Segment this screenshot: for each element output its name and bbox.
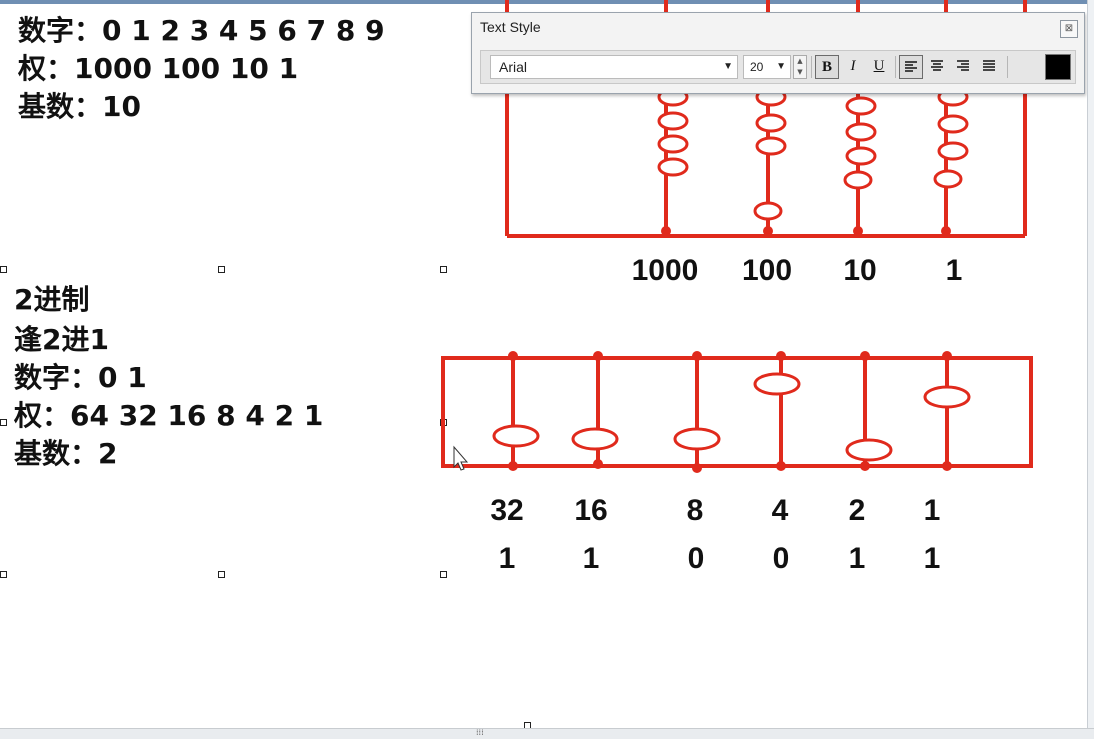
font-name-dropdown[interactable]: Arial ▼ [490,55,738,79]
align-center-icon [931,60,943,71]
align-left-icon [905,61,917,72]
binary-bit-value: 1 [498,542,516,575]
text-color-swatch[interactable] [1045,54,1071,80]
justify-icon [983,60,995,71]
close-icon[interactable]: ⊠ [1060,20,1078,38]
toolbar-title: Text Style [480,19,541,35]
right-scroll-edge[interactable] [1087,0,1094,738]
binary-bit-value: 1 [848,542,866,575]
font-name-value: Arial [499,59,528,75]
justify-button[interactable] [977,55,1001,79]
align-right-icon [957,60,969,71]
binary-place-label: 2 [848,494,866,527]
chevron-down-icon: ▼ [776,61,786,72]
binary-bit-value: 0 [772,542,790,575]
align-left-button[interactable] [899,55,923,79]
toolbar-controls: Arial ▼ 20 ▼ ▲ ▼ B I U [480,50,1076,84]
binary-place-label: 16 [574,494,608,527]
horizontal-scrollbar[interactable] [0,728,1094,739]
text-style-toolbar[interactable]: Text Style ⊠ Arial ▼ 20 ▼ ▲ ▼ B I U [471,12,1085,94]
underline-button[interactable]: U [867,55,891,79]
binary-place-label: 4 [771,494,789,527]
toolbar-divider [811,56,812,78]
chevron-down-icon: ▼ [723,61,733,72]
binary-place-label: 8 [686,494,704,527]
toolbar-divider [895,56,896,78]
italic-button[interactable]: I [841,55,865,79]
font-size-dropdown[interactable]: 20 ▼ [743,55,791,79]
binary-bit-value: 1 [582,542,600,575]
toolbar-divider [1007,56,1008,78]
align-right-button[interactable] [951,55,975,79]
bold-button[interactable]: B [815,55,839,79]
binary-place-label: 32 [490,494,524,527]
binary-abacus [441,351,1033,473]
binary-bit-value: 1 [923,542,941,575]
align-center-button[interactable] [925,55,949,79]
binary-bit-value: 0 [687,542,705,575]
scroll-grip-icon[interactable]: ⁞⁞⁞ [476,728,484,737]
font-size-spinner[interactable]: ▲ ▼ [793,55,807,79]
font-size-value: 20 [750,60,764,74]
binary-place-label: 1 [923,494,941,527]
